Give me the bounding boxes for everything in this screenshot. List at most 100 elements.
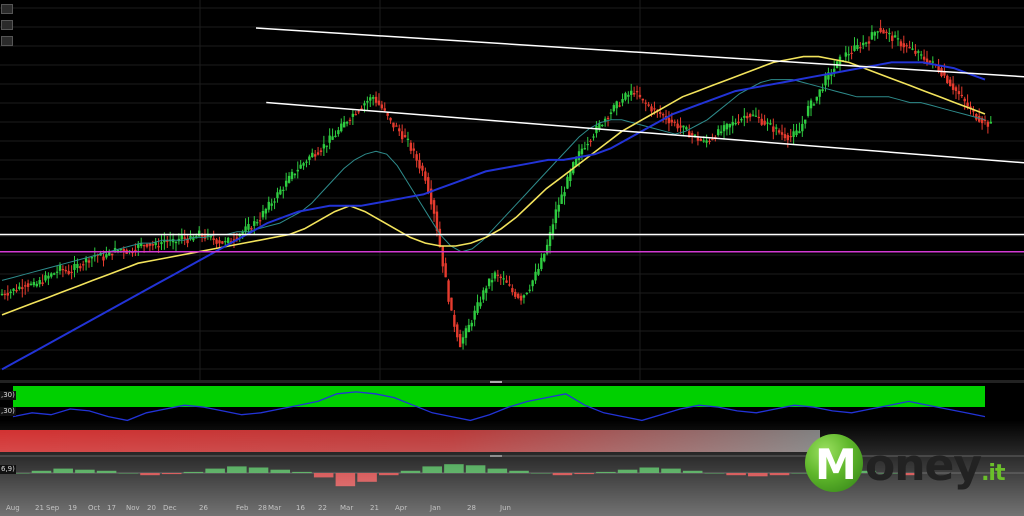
- toolbar-button-3[interactable]: [1, 36, 13, 46]
- candle-body: [963, 98, 966, 102]
- candle-body: [920, 54, 923, 56]
- drawn-lines[interactable]: [0, 27, 1024, 253]
- candle-body: [44, 275, 47, 281]
- toolbar-button-2[interactable]: [1, 20, 13, 30]
- candle-body: [586, 143, 589, 146]
- candle-body: [702, 140, 705, 142]
- candle-body: [685, 127, 688, 130]
- candle-body: [862, 42, 865, 46]
- indicator3-label: 6,9): [0, 465, 16, 474]
- candle-body: [635, 91, 639, 93]
- candle-body: [804, 119, 807, 124]
- candle-body: [380, 104, 384, 109]
- candle-body: [473, 310, 476, 320]
- candle-body: [580, 148, 584, 155]
- candle-body: [960, 94, 964, 97]
- toolbar-button-1[interactable]: [1, 4, 13, 14]
- candle-body: [693, 134, 697, 136]
- candle-body: [798, 131, 801, 134]
- candle-body: [789, 136, 792, 138]
- candle-body: [47, 275, 50, 279]
- candle-body: [809, 100, 813, 109]
- candle-body: [389, 117, 392, 121]
- candle-body: [954, 87, 958, 91]
- candle-body: [882, 29, 885, 34]
- candle-body: [267, 201, 270, 210]
- candle-body: [476, 302, 479, 313]
- candle-body: [253, 221, 256, 226]
- candle-body: [453, 314, 456, 327]
- candle-body: [670, 119, 674, 123]
- candle-body: [766, 122, 769, 124]
- candle-body: [844, 52, 848, 57]
- candle-body: [58, 265, 62, 271]
- candle-body: [334, 135, 337, 137]
- candle-body: [661, 114, 665, 116]
- candle-body: [902, 43, 906, 48]
- candle-body: [90, 257, 94, 259]
- candle-body: [464, 328, 468, 338]
- candle-body: [621, 99, 624, 103]
- candle-body: [305, 161, 308, 163]
- candle-body: [511, 288, 514, 293]
- candle-body: [73, 263, 76, 270]
- candle-body: [847, 54, 850, 56]
- candle-body: [630, 90, 633, 95]
- candle-body: [534, 271, 537, 281]
- candle-body: [247, 224, 250, 230]
- candle-body: [41, 282, 44, 285]
- candle-body: [35, 283, 38, 287]
- candle-body: [682, 125, 685, 128]
- candlestick-series: [0, 19, 992, 350]
- candle-body: [282, 189, 285, 192]
- candle-body: [337, 130, 340, 135]
- candle-body: [957, 91, 961, 95]
- candle-body: [392, 122, 395, 128]
- candle-body: [345, 121, 349, 124]
- candle-body: [618, 105, 621, 107]
- candle-body: [879, 27, 882, 33]
- candle-body: [516, 293, 520, 298]
- pane-divider: [0, 380, 1024, 383]
- candle-body: [740, 119, 743, 121]
- candle-body: [270, 203, 273, 206]
- candle-body: [55, 271, 59, 273]
- candle-body: [815, 96, 819, 101]
- candle-body: [505, 280, 508, 283]
- candle-body: [293, 173, 297, 176]
- candle-body: [485, 288, 488, 293]
- candle-body: [589, 140, 592, 143]
- candle-body: [70, 271, 73, 274]
- candle-body: [801, 123, 804, 132]
- candle-body: [456, 324, 459, 338]
- candle-body: [151, 244, 154, 246]
- candle-body: [357, 111, 360, 113]
- candle-body: [319, 150, 323, 153]
- candle-body: [650, 106, 653, 112]
- candle-body: [163, 240, 166, 243]
- candle-body: [853, 45, 856, 51]
- candle-body: [409, 142, 413, 151]
- candle-body: [653, 108, 656, 110]
- candle-body: [224, 241, 227, 243]
- candle-body: [949, 79, 952, 87]
- candle-body: [554, 209, 558, 224]
- candle-body: [641, 98, 645, 101]
- candle-body: [470, 322, 473, 327]
- candle-body: [627, 94, 630, 97]
- candle-body: [351, 113, 355, 117]
- candle-body: [951, 83, 955, 90]
- candle-body: [899, 41, 903, 47]
- candle-body: [26, 283, 30, 287]
- candle-body: [487, 278, 491, 287]
- candle-body: [777, 130, 781, 133]
- candle-body: [818, 89, 821, 97]
- candle-body: [81, 264, 85, 266]
- candle-body: [914, 50, 917, 54]
- price-grid: [0, 0, 1024, 380]
- candle-body: [499, 276, 502, 279]
- candle-body: [467, 324, 471, 333]
- candle-body: [244, 226, 247, 232]
- candle-body: [64, 269, 67, 272]
- candle-body: [606, 117, 610, 120]
